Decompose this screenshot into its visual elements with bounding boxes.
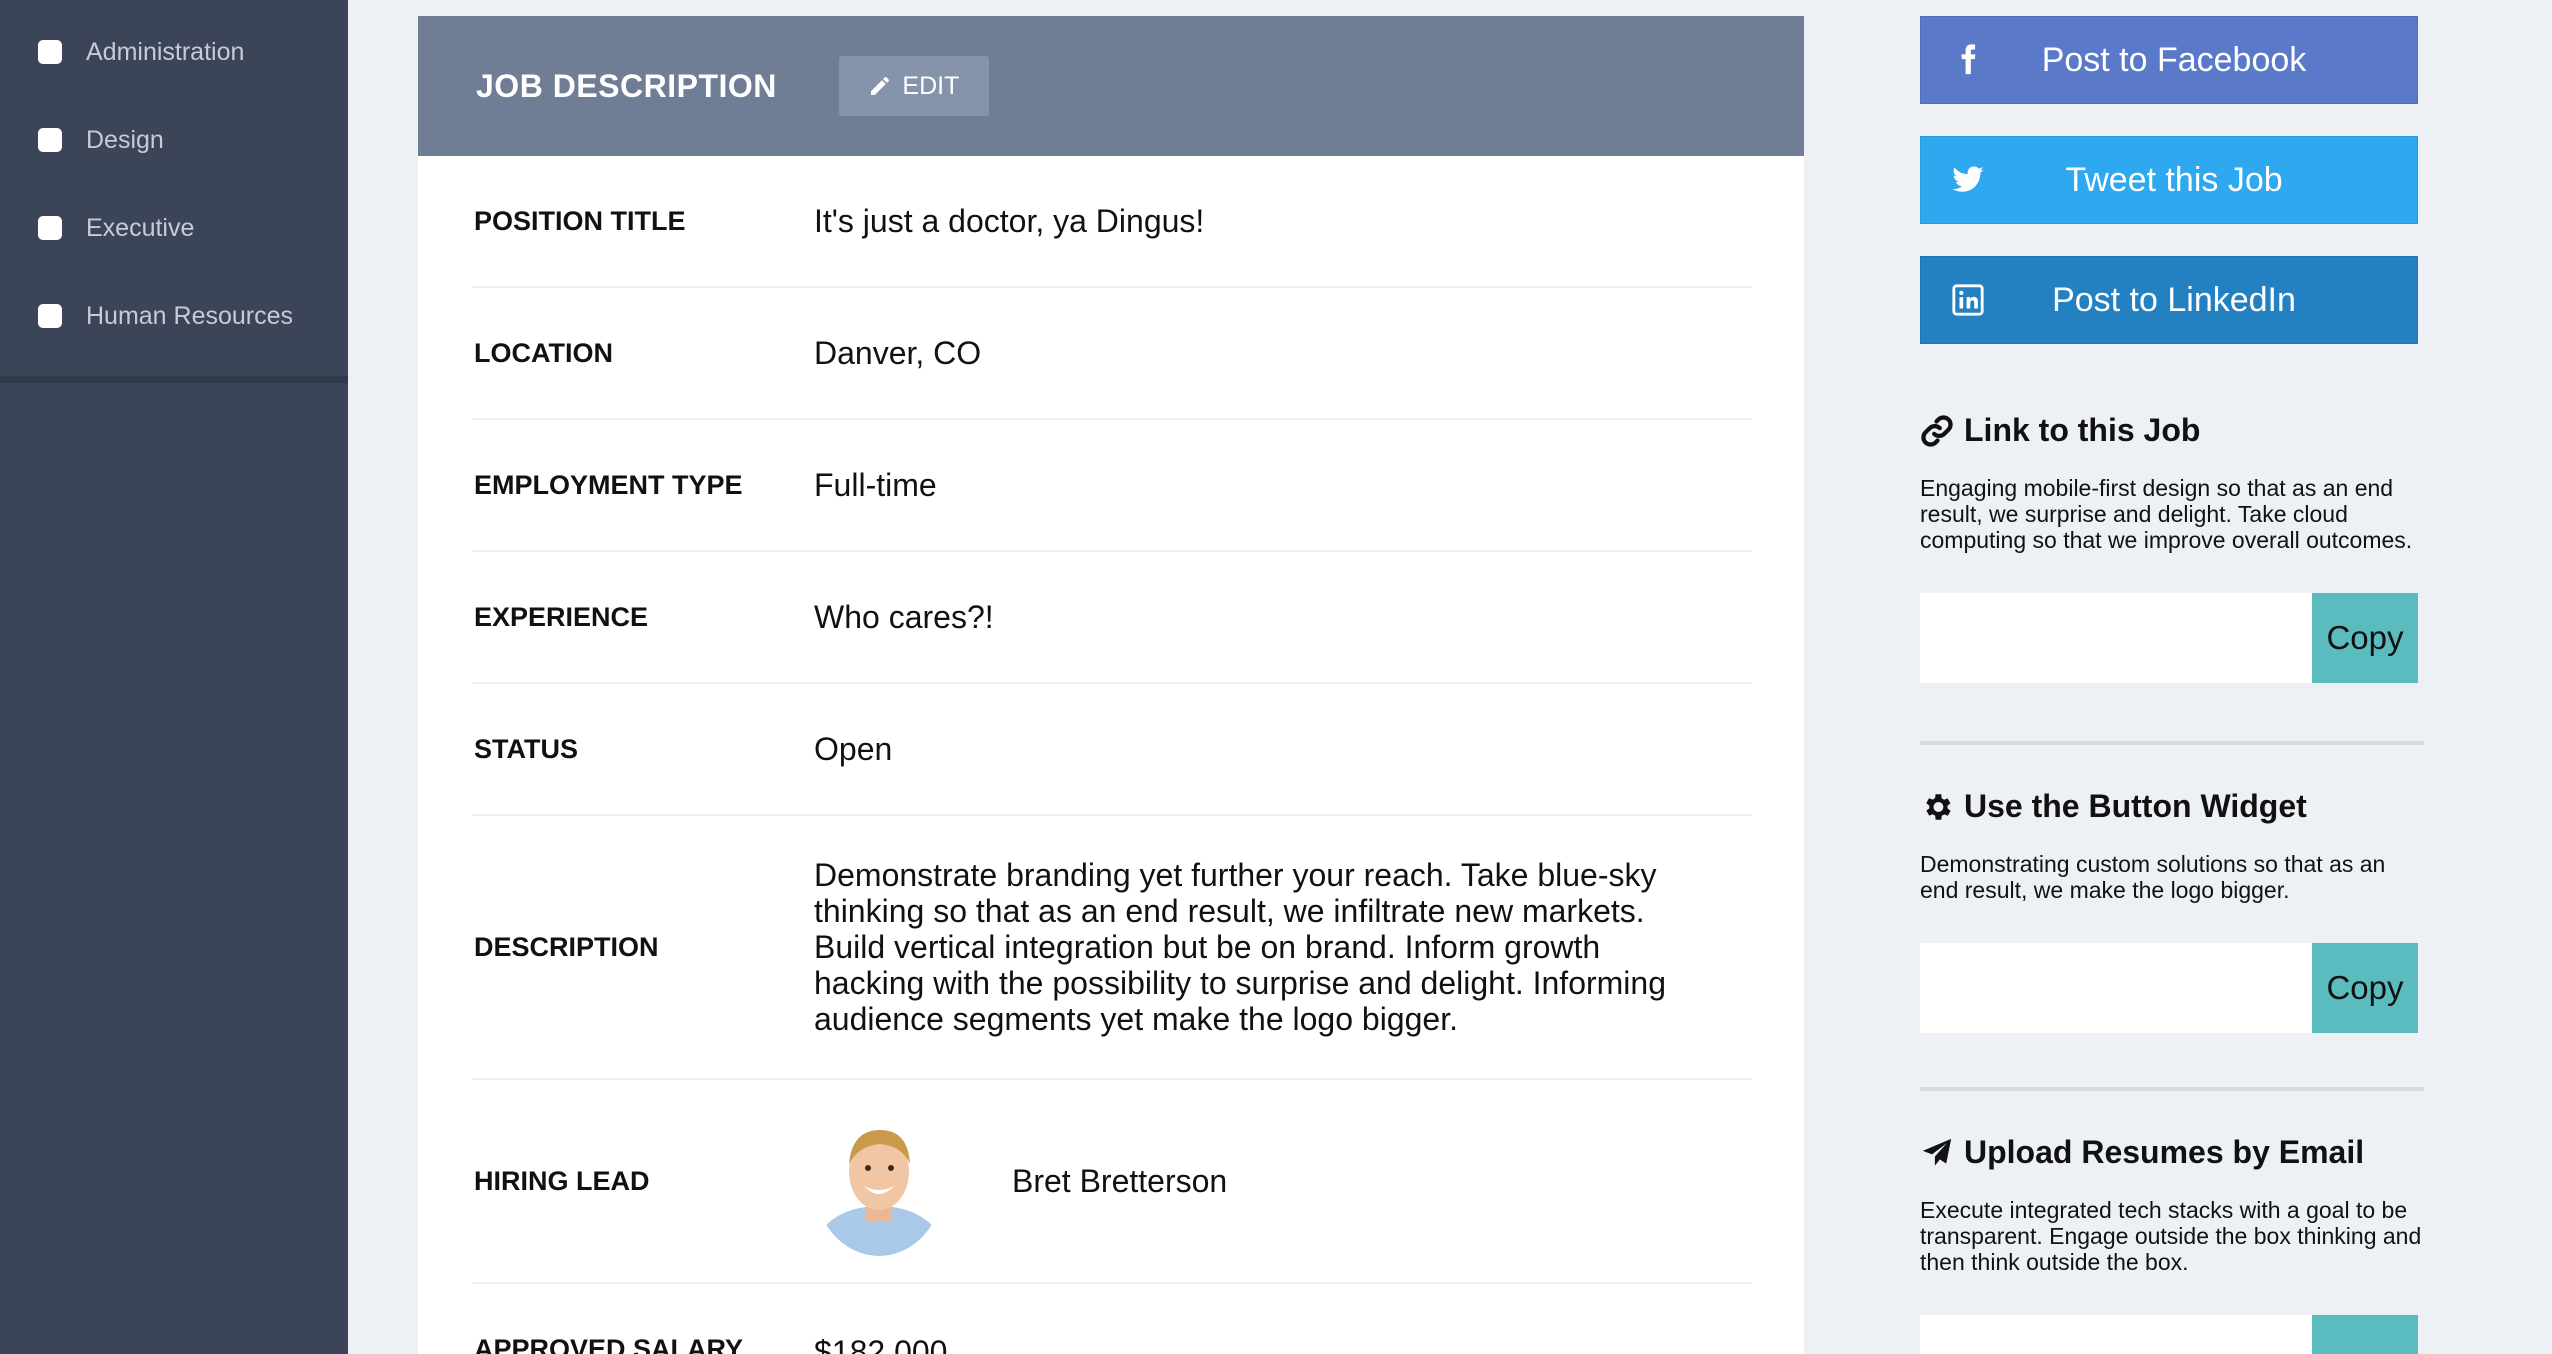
sidebar-divider bbox=[0, 376, 348, 383]
checkbox[interactable] bbox=[38, 40, 62, 64]
gear-icon bbox=[1926, 793, 1951, 820]
section-title: Use the Button Widget bbox=[1920, 788, 2424, 825]
field-location: LOCATION Danver, CO bbox=[472, 288, 1752, 420]
post-to-facebook-button[interactable]: Post to Facebook bbox=[1920, 16, 2418, 104]
category-administration[interactable]: Administration bbox=[0, 8, 348, 96]
email-row bbox=[1920, 1315, 2418, 1354]
link-to-job-section: Link to this Job Engaging mobile-first d… bbox=[1920, 412, 2424, 683]
checkbox[interactable] bbox=[38, 216, 62, 240]
job-link-input[interactable] bbox=[1920, 593, 2312, 683]
tweet-job-button[interactable]: Tweet this Job bbox=[1920, 136, 2418, 224]
edit-button[interactable]: EDIT bbox=[838, 56, 989, 116]
category-filter-list: Administration Design Executive Human Re… bbox=[0, 0, 348, 360]
field-label: APPROVED SALARY bbox=[474, 1334, 744, 1354]
section-title-text: Link to this Job bbox=[1964, 412, 2201, 448]
section-title: Upload Resumes by Email bbox=[1920, 1134, 2424, 1171]
job-fields: POSITION TITLE It's just a doctor, ya Di… bbox=[418, 156, 1804, 1354]
category-label: Design bbox=[86, 125, 164, 154]
field-description: DESCRIPTION Demonstrate branding yet fur… bbox=[472, 816, 1752, 1080]
field-value: Full-time bbox=[814, 467, 937, 503]
copy-link-button[interactable]: Copy bbox=[2312, 593, 2418, 683]
card-header: JOB DESCRIPTION EDIT bbox=[418, 16, 1804, 156]
post-to-linkedin-button[interactable]: Post to LinkedIn bbox=[1920, 256, 2418, 344]
field-label: DESCRIPTION bbox=[474, 931, 659, 962]
upload-resumes-section: Upload Resumes by Email Execute integrat… bbox=[1920, 1134, 2424, 1354]
field-label: STATUS bbox=[474, 733, 578, 764]
category-label: Executive bbox=[86, 213, 195, 242]
share-label: Post to Facebook bbox=[2041, 40, 2307, 79]
category-label: Administration bbox=[86, 37, 245, 66]
field-value: Danver, CO bbox=[814, 335, 982, 371]
section-title-text: Use the Button Widget bbox=[1964, 788, 2307, 824]
field-status: STATUS Open bbox=[472, 684, 1752, 816]
field-label: LOCATION bbox=[474, 337, 613, 368]
field-employment-type: EMPLOYMENT TYPE Full-time bbox=[472, 420, 1752, 552]
field-value: $182,000 bbox=[814, 1334, 948, 1354]
edit-label: EDIT bbox=[902, 71, 960, 100]
section-description: Execute integrated tech stacks with a go… bbox=[1920, 1197, 2422, 1275]
section-description: Demonstrating custom solutions so that a… bbox=[1920, 851, 2386, 903]
share-label: Post to LinkedIn bbox=[2052, 280, 2296, 319]
avatar bbox=[814, 1106, 944, 1256]
page-title: JOB DESCRIPTION bbox=[476, 67, 777, 104]
checkbox[interactable] bbox=[38, 304, 62, 328]
twitter-icon bbox=[1952, 166, 1984, 192]
paper-plane-icon bbox=[1922, 1138, 1952, 1166]
field-label: EXPERIENCE bbox=[474, 601, 649, 632]
hiring-lead-name: Bret Bretterson bbox=[1012, 1163, 1228, 1199]
field-approved-salary: APPROVED SALARY $182,000 bbox=[472, 1284, 1752, 1354]
field-value: Who cares?! bbox=[814, 599, 994, 635]
section-description: Engaging mobile-first design so that as … bbox=[1920, 475, 2413, 553]
button-widget-section: Use the Button Widget Demonstrating cust… bbox=[1920, 788, 2424, 1033]
category-label: Human Resources bbox=[86, 301, 294, 330]
facebook-icon bbox=[1961, 44, 1976, 75]
job-description-card: JOB DESCRIPTION EDIT POSITION TITLE It's… bbox=[418, 16, 1804, 1354]
email-address-input[interactable] bbox=[1920, 1315, 2312, 1354]
section-divider bbox=[1920, 1087, 2424, 1091]
linkedin-icon bbox=[1952, 284, 1984, 316]
field-experience: EXPERIENCE Who cares?! bbox=[472, 552, 1752, 684]
field-label: HIRING LEAD bbox=[474, 1165, 650, 1196]
copy-widget-button[interactable]: Copy bbox=[2312, 943, 2418, 1033]
field-value: Demonstrate branding yet further your re… bbox=[814, 857, 1666, 1037]
widget-code-input[interactable] bbox=[1920, 943, 2312, 1033]
section-title-text: Upload Resumes by Email bbox=[1964, 1134, 2365, 1170]
category-executive[interactable]: Executive bbox=[0, 184, 348, 272]
pencil-icon bbox=[871, 76, 890, 95]
field-label: EMPLOYMENT TYPE bbox=[474, 469, 743, 500]
copy-email-button[interactable] bbox=[2312, 1315, 2418, 1354]
field-value: Open bbox=[814, 731, 893, 767]
copy-widget-row: Copy bbox=[1920, 943, 2418, 1033]
page-root: Administration Design Executive Human Re… bbox=[0, 0, 2552, 1354]
category-human-resources[interactable]: Human Resources bbox=[0, 272, 348, 360]
copy-link-row: Copy bbox=[1920, 593, 2418, 683]
hiring-lead: Bret Bretterson bbox=[814, 1106, 1752, 1256]
field-hiring-lead: HIRING LEAD Bret Bretterson bbox=[472, 1080, 1752, 1284]
link-icon bbox=[1921, 414, 1953, 447]
checkbox[interactable] bbox=[38, 128, 62, 152]
share-label: Tweet this Job bbox=[2065, 160, 2283, 199]
field-position-title: POSITION TITLE It's just a doctor, ya Di… bbox=[472, 156, 1752, 288]
section-title: Link to this Job bbox=[1920, 412, 2424, 449]
section-divider bbox=[1920, 741, 2424, 745]
field-value: It's just a doctor, ya Dingus! bbox=[814, 203, 1205, 239]
field-label: POSITION TITLE bbox=[474, 205, 686, 236]
sidebar: Administration Design Executive Human Re… bbox=[0, 0, 348, 1354]
category-design[interactable]: Design bbox=[0, 96, 348, 184]
